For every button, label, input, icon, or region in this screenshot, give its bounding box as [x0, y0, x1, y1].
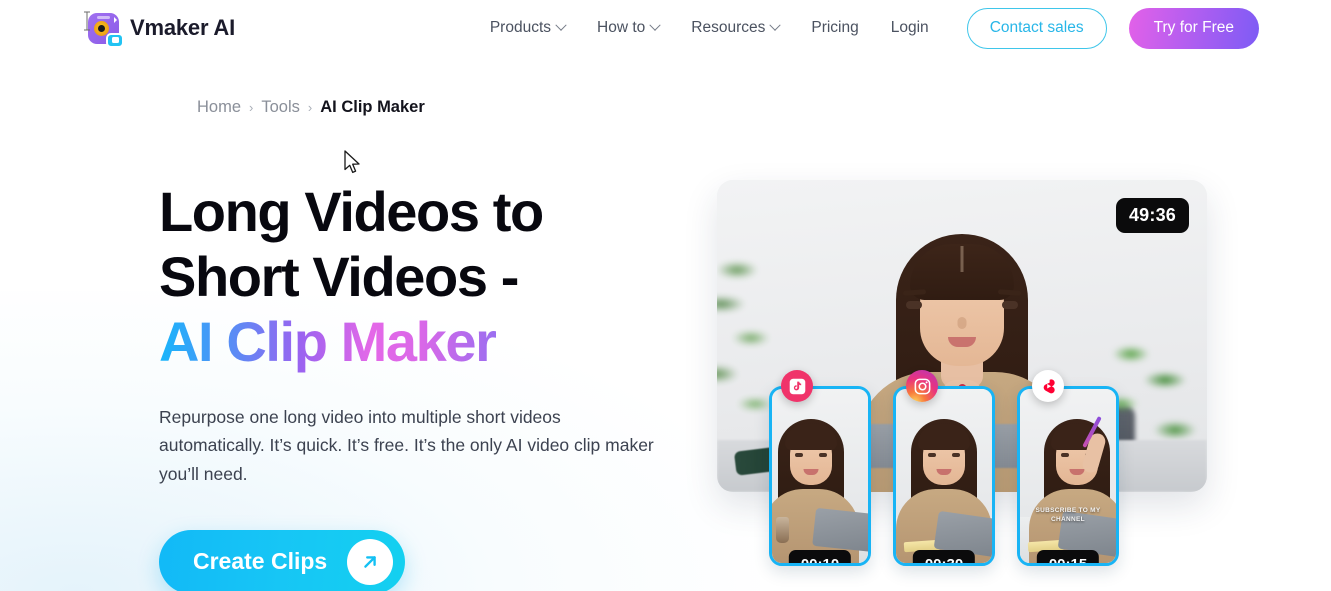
hero-text-column: Long Videos to Short Videos - AI Clip Ma… [159, 180, 679, 591]
clip-card[interactable]: SUBSCRIBE TO MY CHANNEL 00:15 [1017, 386, 1119, 566]
breadcrumb-separator: › [249, 100, 254, 115]
tiktok-icon[interactable] [781, 370, 813, 402]
nav-item-resources[interactable]: Resources [691, 19, 782, 37]
chevron-down-icon [649, 19, 661, 31]
clip-duration-badge: 00:15 [1036, 550, 1100, 563]
breadcrumb-item-home[interactable]: Home [197, 98, 241, 117]
nav-item-how-to[interactable]: How to [597, 19, 661, 37]
breadcrumb-separator: › [307, 100, 313, 115]
mouse-cursor [344, 150, 360, 174]
headline-line-1: Long Videos to [159, 180, 544, 243]
generated-clips-row: 00:10 00:30 SUBSCRIBE TO MY CHANNEL 00:1… [769, 386, 1119, 566]
breadcrumb: Home › Tools › AI Clip Maker [0, 56, 1331, 117]
arrow-up-right-icon [347, 538, 394, 585]
nav-item-login[interactable]: Login [891, 19, 929, 37]
clip-caption: SUBSCRIBE TO MY CHANNEL [1035, 507, 1101, 524]
page-title: Long Videos to Short Videos - AI Clip Ma… [159, 180, 679, 375]
brand-logo-link[interactable]: Vmaker AI [88, 12, 235, 48]
hero-section: Long Videos to Short Videos - AI Clip Ma… [0, 180, 1331, 591]
create-clips-label: Create Clips [193, 548, 328, 575]
headline-accent: AI Clip Maker [159, 309, 497, 373]
clip-card[interactable]: 00:30 [893, 386, 995, 566]
top-navigation-bar: Vmaker AI Products How to Resources Pric… [0, 0, 1331, 56]
clip-duration-badge: 00:10 [788, 550, 852, 563]
instagram-icon[interactable] [906, 370, 938, 402]
breadcrumb-item-tools[interactable]: Tools [261, 98, 300, 117]
nav-actions: Contact sales Try for Free [966, 7, 1259, 49]
vmaker-eye-camera-logo-icon [88, 12, 124, 48]
nav-links: Products How to Resources Pricing Login [490, 19, 929, 37]
brand-name: Vmaker AI [130, 15, 235, 40]
contact-sales-button[interactable]: Contact sales [966, 7, 1107, 49]
clip-card[interactable]: 00:10 [769, 386, 871, 566]
nav-item-how-to-label: How to [597, 19, 646, 36]
clip-duration-badge: 00:30 [912, 550, 976, 563]
chevron-down-icon [555, 19, 567, 31]
breadcrumb-item-current: AI Clip Maker [320, 98, 425, 116]
try-for-free-button[interactable]: Try for Free [1128, 7, 1259, 49]
hero-media-column: 49:36 00:10 00:30 SUBSCRIBE TO MY CHANNE… [717, 180, 1209, 591]
nav-item-resources-label: Resources [691, 19, 766, 36]
youtube-shorts-icon[interactable] [1032, 370, 1064, 402]
source-duration-badge: 49:36 [1115, 198, 1189, 233]
create-clips-button[interactable]: Create Clips [159, 529, 406, 591]
nav-item-pricing[interactable]: Pricing [811, 19, 858, 37]
chevron-down-icon [769, 19, 782, 31]
nav-item-products[interactable]: Products [489, 19, 567, 37]
hero-subheading: Repurpose one long video into multiple s… [159, 406, 654, 484]
headline-line-2: Short Videos - [159, 244, 519, 308]
nav-item-products-label: Products [489, 19, 552, 36]
